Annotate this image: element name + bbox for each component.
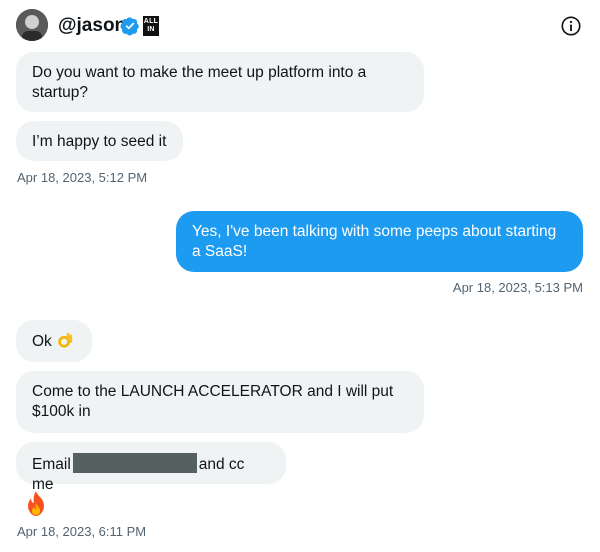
message-text: Ok [32,333,52,350]
message-bubble-incoming[interactable]: Do you want to make the meet up platform… [16,52,424,112]
info-icon[interactable] [560,15,582,37]
message-bubble-outgoing[interactable]: Yes, I've been talking with some peeps a… [176,211,583,272]
verified-badge-icon [120,17,139,36]
ok-hand-emoji-icon [58,332,73,348]
avatar-image [16,9,48,41]
message-bubble-incoming[interactable]: Email and cc me [16,442,286,493]
message-bubble-incoming[interactable]: Come to the LAUNCH ACCELERATOR and I wil… [16,371,424,433]
message-bubble-incoming[interactable]: Ok [16,320,92,362]
message-text: I’m happy to seed it [32,133,167,150]
message-text-start: Email [32,456,71,473]
affiliate-badge: ALL IN [143,16,159,36]
message-timestamp: Apr 18, 2023, 5:13 PM [452,280,583,295]
conversation-handle[interactable]: @jason [58,14,126,38]
redaction-bar [72,453,197,473]
message-text: Yes, I've been talking with some peeps a… [192,223,557,260]
message-text: Come to the LAUNCH ACCELERATOR and I wil… [32,383,394,420]
message-timestamp: Apr 18, 2023, 6:11 PM [17,524,147,539]
avatar[interactable] [16,9,48,41]
message-bubble-incoming[interactable]: I’m happy to seed it [16,121,183,161]
message-text: Do you want to make the meet up platform… [32,64,367,101]
fire-emoji-icon [28,491,44,516]
message-timestamp: Apr 18, 2023, 5:12 PM [17,170,148,185]
